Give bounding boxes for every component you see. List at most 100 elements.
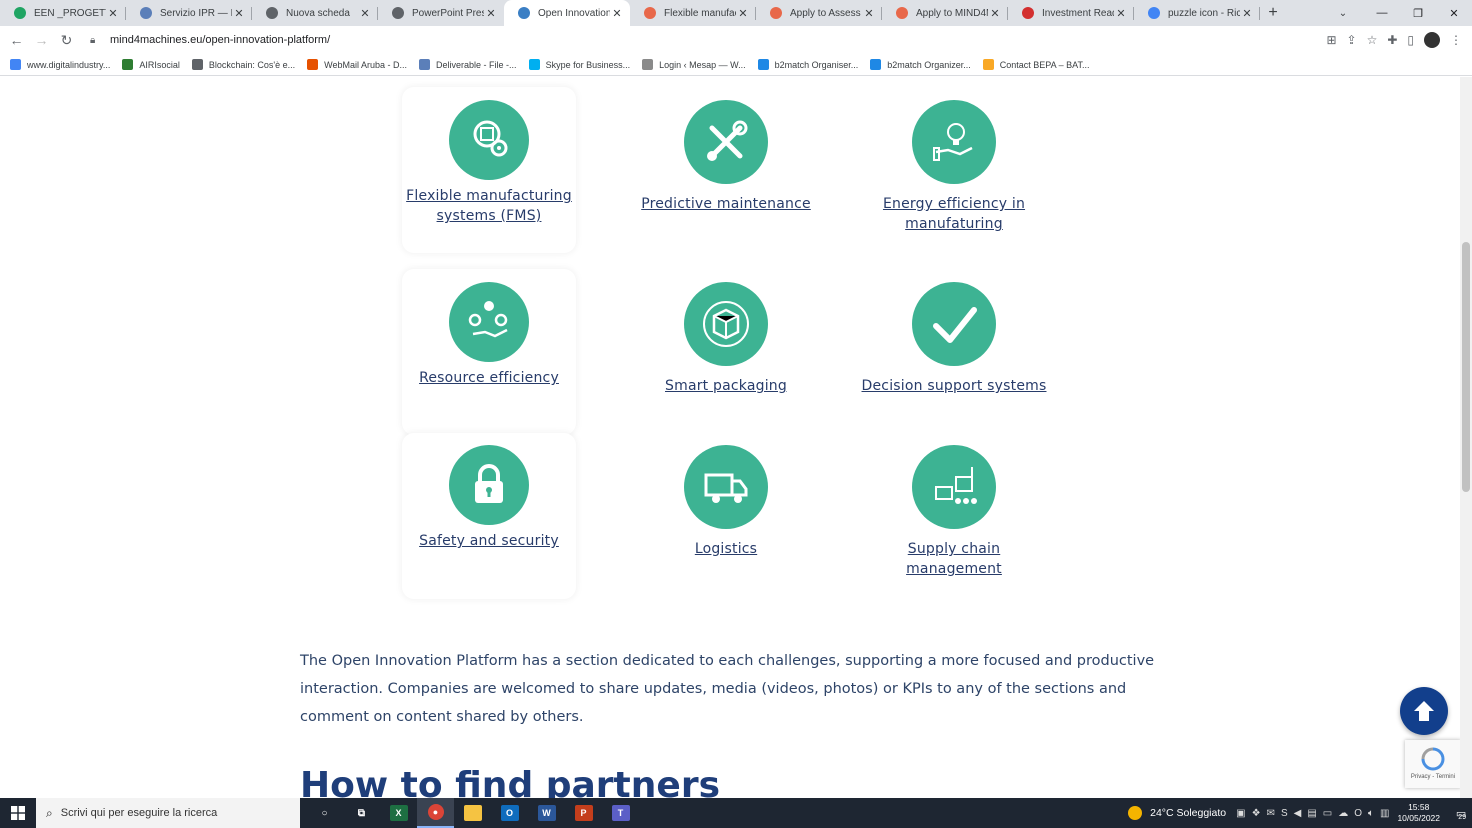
tab-close-icon[interactable]: ✕ <box>1114 7 1128 20</box>
browser-tab[interactable]: Apply to MIND4M ✕ <box>882 0 1008 26</box>
tray-app-icon[interactable]: ❖ <box>1252 808 1261 819</box>
browser-tab[interactable]: EEN _PROGETTI EU✕ <box>0 0 126 26</box>
browser-tab[interactable]: Open Innovation P✕ <box>504 0 630 26</box>
bookmark-item[interactable]: b2match Organiser... <box>757 59 858 70</box>
challenge-icon-circle[interactable] <box>684 445 768 529</box>
notifications-button[interactable]: ▭ 29 <box>1450 798 1472 828</box>
tab-close-icon[interactable]: ✕ <box>736 7 750 20</box>
volume-icon[interactable]: 🔈︎ <box>1368 808 1374 819</box>
tab-close-icon[interactable]: ✕ <box>232 7 246 20</box>
browser-tab[interactable]: Apply to Assess Im✕ <box>756 0 882 26</box>
teams-icon[interactable]: T <box>602 798 639 828</box>
browser-tab[interactable]: Investment Readin✕ <box>1008 0 1134 26</box>
challenge-icon-circle[interactable] <box>912 282 996 366</box>
close-window-button[interactable]: ✕ <box>1436 0 1472 26</box>
tab-close-icon[interactable]: ✕ <box>610 7 624 20</box>
back-arrow-icon[interactable]: ← <box>4 32 29 48</box>
bookmark-item[interactable]: AIRIsocial <box>122 59 180 70</box>
challenge-link-line[interactable]: manufaturing <box>854 214 1054 234</box>
network-icon[interactable]: ▥ <box>1380 808 1389 819</box>
bookmark-star-icon[interactable]: ☆ <box>1367 33 1378 47</box>
weather-widget[interactable]: 24°C Soleggiato <box>1128 806 1226 820</box>
cortana-icon[interactable]: ○ <box>306 798 343 828</box>
browser-tab[interactable]: Servizio IPR — Me✕ <box>126 0 252 26</box>
challenge-link[interactable]: Safety and security <box>389 531 589 551</box>
challenge-link-line[interactable]: Logistics <box>626 539 826 559</box>
challenge-link[interactable]: Logistics <box>626 539 826 559</box>
translate-icon[interactable]: ⊞ <box>1326 33 1336 47</box>
excel-icon[interactable]: X <box>380 798 417 828</box>
powerpoint-icon[interactable]: P <box>565 798 602 828</box>
browser-tab[interactable]: Flexible manufactu✕ <box>630 0 756 26</box>
tray-app-icon[interactable]: ◀ <box>1294 808 1302 819</box>
bookmark-item[interactable]: Login ‹ Mesap — W... <box>642 59 746 70</box>
challenge-link-line[interactable]: Smart packaging <box>626 376 826 396</box>
tab-close-icon[interactable]: ✕ <box>1240 7 1254 20</box>
restore-button[interactable]: ❐ <box>1400 0 1436 26</box>
tray-mail-icon[interactable]: ✉ <box>1267 808 1275 819</box>
tray-skype-icon[interactable]: S <box>1281 808 1288 819</box>
challenge-icon-circle[interactable] <box>449 282 529 362</box>
browser-tab[interactable]: PowerPoint Presen✕ <box>378 0 504 26</box>
windows-start-button[interactable] <box>0 798 36 828</box>
challenge-link[interactable]: Supply chain management <box>854 539 1054 579</box>
page-scrollbar[interactable] <box>1460 77 1472 798</box>
bookmark-item[interactable]: Skype for Business... <box>528 59 630 70</box>
tab-close-icon[interactable]: ✕ <box>484 7 498 20</box>
bookmark-item[interactable]: Blockchain: Cos'è e... <box>191 59 295 70</box>
extensions-puzzle-icon[interactable]: ✚ <box>1387 33 1397 47</box>
tab-close-icon[interactable]: ✕ <box>358 7 372 20</box>
challenge-link-line[interactable]: Predictive maintenance <box>626 194 826 214</box>
file-explorer-icon[interactable] <box>454 798 491 828</box>
challenge-icon-circle[interactable] <box>449 100 529 180</box>
tab-search-chevron-icon[interactable]: ⌄ <box>1330 0 1356 26</box>
challenge-icon-circle[interactable] <box>684 282 768 366</box>
recaptcha-text[interactable]: Privacy - Termini <box>1411 774 1455 780</box>
challenge-link[interactable]: Decision support systems <box>854 376 1054 396</box>
challenge-link[interactable]: Predictive maintenance <box>626 194 826 214</box>
challenge-icon-circle[interactable] <box>912 100 996 184</box>
challenge-link-line[interactable]: Energy efficiency in <box>854 194 1054 214</box>
address-bar[interactable]: 🔒︎ mind4machines.eu/open-innovation-plat… <box>84 28 1364 52</box>
browser-tab[interactable]: Nuova scheda ✕ <box>252 0 378 26</box>
tray-outlook-icon[interactable]: O <box>1354 808 1362 819</box>
bookmark-item[interactable]: Contact BEPA – BAT... <box>982 59 1089 70</box>
challenge-link[interactable]: Flexible manufacturing systems (FMS) <box>389 186 589 226</box>
side-panel-icon[interactable]: ▯ <box>1407 33 1414 47</box>
menu-kebab-icon[interactable]: ⋮ <box>1450 33 1462 47</box>
tray-app-icon[interactable]: ▣ <box>1236 808 1245 819</box>
tab-close-icon[interactable]: ✕ <box>106 7 120 20</box>
minimize-button[interactable]: — <box>1364 0 1400 26</box>
chrome-icon[interactable]: ● <box>417 798 454 828</box>
taskbar-search-box[interactable]: ⌕ Scrivi qui per eseguire la ricerca <box>36 798 300 828</box>
forward-arrow-icon[interactable]: → <box>29 32 54 48</box>
challenge-icon-circle[interactable] <box>684 100 768 184</box>
challenge-link-line[interactable]: Safety and security <box>389 531 589 551</box>
challenge-link-line[interactable]: Flexible manufacturing <box>389 186 589 206</box>
task-view-icon[interactable]: ⧉ <box>343 798 380 828</box>
bookmark-item[interactable]: b2match Organizer... <box>870 59 971 70</box>
bookmark-item[interactable]: WebMail Aruba - D... <box>307 59 407 70</box>
tray-app-icon[interactable]: ▤ <box>1307 808 1316 819</box>
bookmark-item[interactable]: Deliverable - File -... <box>419 59 517 70</box>
challenge-link[interactable]: Smart packaging <box>626 376 826 396</box>
challenge-link-line[interactable]: systems (FMS) <box>389 206 589 226</box>
tray-cloud-icon[interactable]: ☁ <box>1338 808 1348 819</box>
outlook-icon[interactable]: O <box>491 798 528 828</box>
recaptcha-badge[interactable]: Privacy - Termini <box>1405 740 1461 788</box>
tab-close-icon[interactable]: ✕ <box>862 7 876 20</box>
reload-icon[interactable]: ↻ <box>54 32 79 49</box>
challenge-icon-circle[interactable] <box>449 445 529 525</box>
new-tab-button[interactable]: + <box>1260 0 1286 26</box>
challenge-link-line[interactable]: Decision support systems <box>854 376 1054 396</box>
challenge-link[interactable]: Resource efficiency <box>389 368 589 388</box>
word-icon[interactable]: W <box>528 798 565 828</box>
tray-display-icon[interactable]: ▭ <box>1323 808 1332 819</box>
tab-close-icon[interactable]: ✕ <box>988 7 1002 20</box>
browser-tab[interactable]: puzzle icon - Ricer✕ <box>1134 0 1260 26</box>
challenge-link-line[interactable]: Resource efficiency <box>389 368 589 388</box>
scroll-to-top-button[interactable] <box>1400 687 1448 735</box>
challenge-link-line[interactable]: management <box>854 559 1054 579</box>
challenge-link-line[interactable]: Supply chain <box>854 539 1054 559</box>
challenge-icon-circle[interactable] <box>912 445 996 529</box>
